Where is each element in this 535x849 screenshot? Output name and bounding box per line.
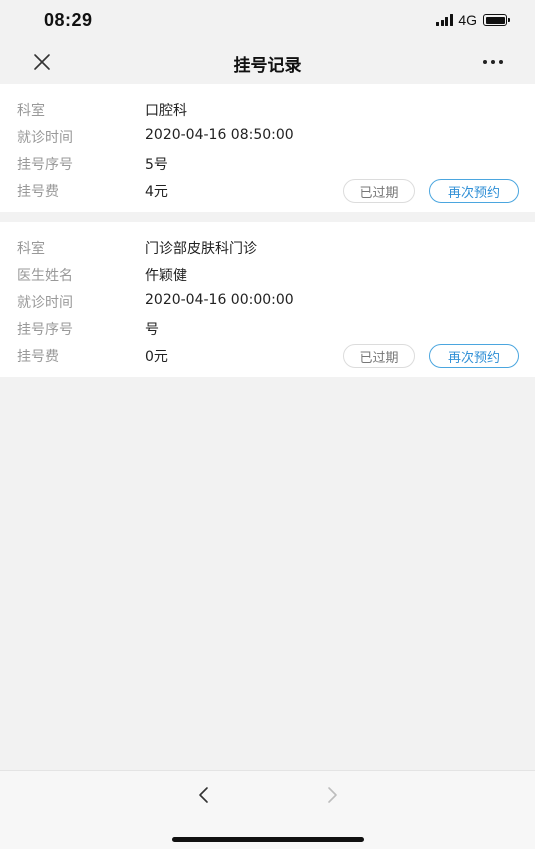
battery-icon	[483, 14, 510, 26]
row-value: 仵颖健	[145, 268, 187, 284]
row-value: 口腔科	[145, 103, 187, 119]
row-label: 科室	[17, 241, 45, 257]
record-row-doctor-name: 医生姓名 仵颖健	[0, 261, 535, 287]
status-time: 08:29	[44, 10, 93, 30]
row-value: 4元	[145, 184, 168, 200]
record-row-department: 科室 口腔科	[0, 96, 535, 122]
record-row-visit-time: 就诊时间 2020-04-16 00:00:00	[0, 288, 535, 314]
row-label: 挂号费	[17, 184, 59, 200]
record-row-queue-number: 挂号序号 5号	[0, 150, 535, 176]
row-label: 挂号序号	[17, 157, 73, 173]
row-label: 科室	[17, 103, 45, 119]
record-row-department: 科室 门诊部皮肤科门诊	[0, 234, 535, 260]
row-value: 2020-04-16 08:50:00	[145, 127, 294, 143]
status-indicators: 4G	[436, 12, 510, 28]
record-row-queue-number: 挂号序号 号	[0, 315, 535, 341]
chevron-left-icon	[199, 787, 208, 803]
row-value: 0元	[145, 349, 168, 365]
more-button[interactable]	[479, 48, 507, 76]
row-label: 就诊时间	[17, 295, 73, 311]
more-icon	[483, 60, 503, 64]
home-indicator	[172, 837, 364, 842]
row-label: 挂号序号	[17, 322, 73, 338]
row-label: 就诊时间	[17, 130, 73, 146]
page-title: 挂号记录	[233, 56, 302, 76]
chevron-right-icon	[328, 787, 337, 803]
record-row-visit-time: 就诊时间 2020-04-16 08:50:00	[0, 123, 535, 149]
row-value: 门诊部皮肤科门诊	[145, 241, 257, 257]
signal-icon	[436, 14, 454, 26]
row-label: 医生姓名	[17, 268, 73, 284]
row-value: 2020-04-16 00:00:00	[145, 292, 294, 308]
rebook-button[interactable]: 再次预约	[429, 344, 519, 368]
record-card: 科室 门诊部皮肤科门诊 医生姓名 仵颖健 就诊时间 2020-04-16 00:…	[0, 222, 535, 377]
status-bar: 08:29 4G	[0, 0, 535, 40]
nav-bar: 挂号记录	[0, 40, 535, 84]
rebook-button[interactable]: 再次预约	[429, 179, 519, 203]
screen: 08:29 4G 挂号记录 科室 口腔科 就诊时间 2020-04-16 08:…	[0, 0, 535, 849]
expired-badge: 已过期	[343, 344, 415, 368]
row-value: 号	[145, 322, 159, 338]
expired-badge: 已过期	[343, 179, 415, 203]
row-label: 挂号费	[17, 349, 59, 365]
network-label: 4G	[458, 12, 477, 28]
row-value: 5号	[145, 157, 168, 173]
forward-button[interactable]	[318, 781, 346, 809]
record-card: 科室 口腔科 就诊时间 2020-04-16 08:50:00 挂号序号 5号 …	[0, 84, 535, 212]
bottom-toolbar	[0, 770, 535, 849]
back-button[interactable]	[190, 781, 218, 809]
